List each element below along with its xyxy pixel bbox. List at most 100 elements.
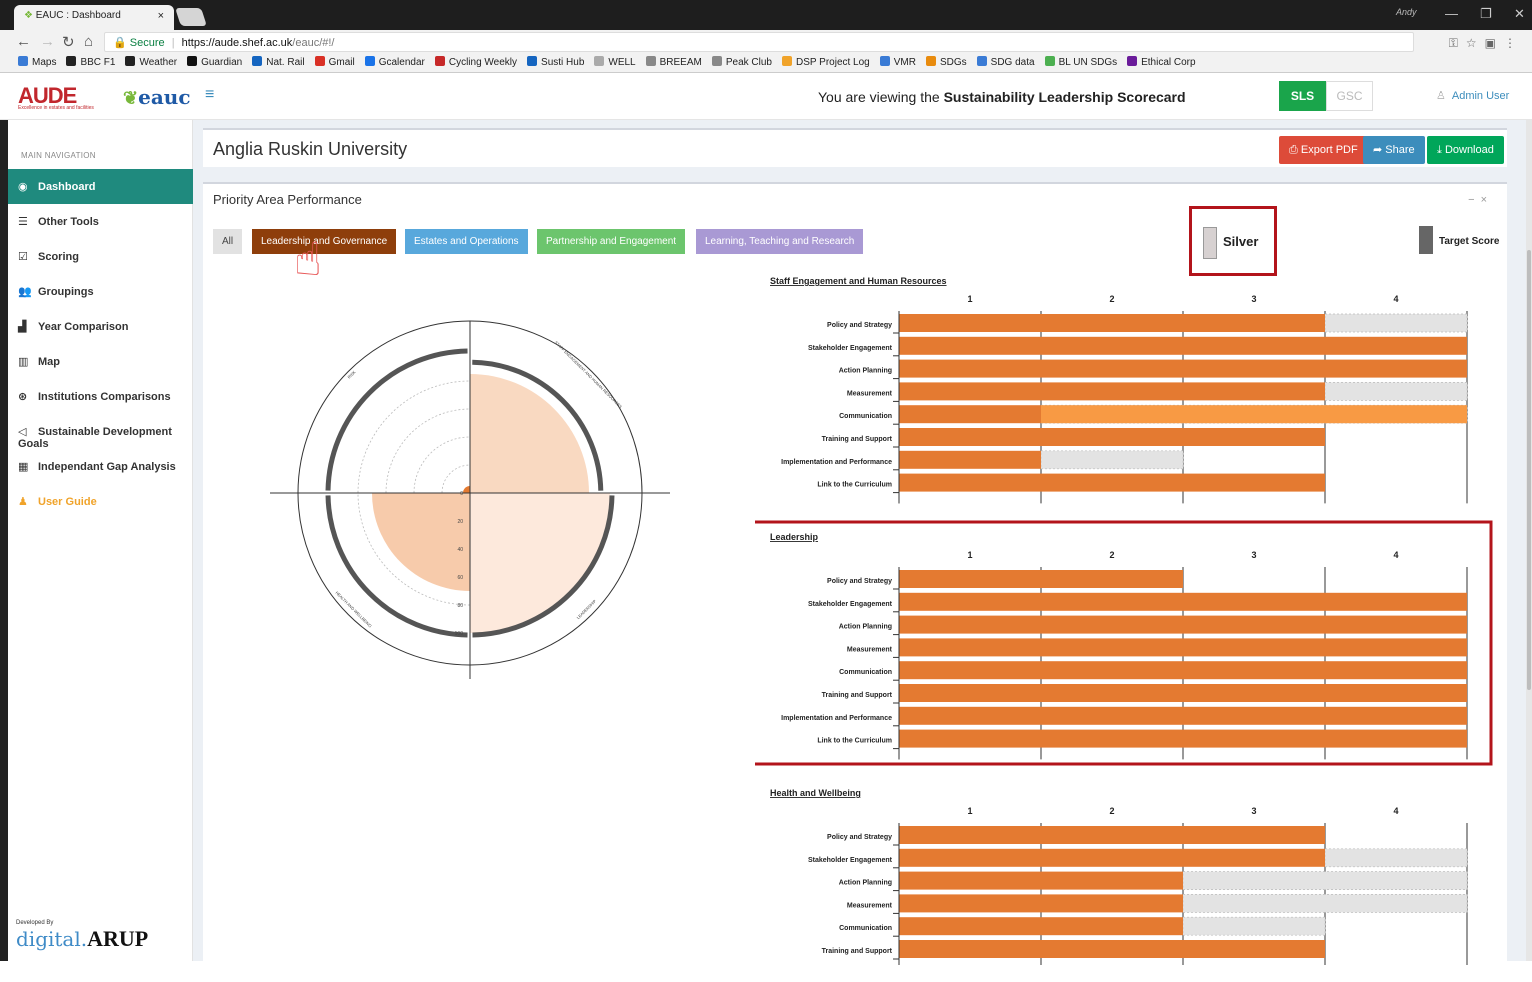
bar[interactable]	[899, 661, 1467, 680]
polar-segment[interactable]	[372, 493, 470, 591]
bookmark-item[interactable]: Maps	[18, 56, 56, 68]
bar[interactable]	[899, 336, 1467, 355]
bar[interactable]	[899, 428, 1325, 446]
browser-toolbar-icons[interactable]: ⚿☆▣⋮	[1449, 36, 1524, 51]
bar[interactable]	[899, 473, 1325, 492]
bar[interactable]	[899, 570, 1183, 588]
bookmark-item[interactable]: Cycling Weekly	[434, 56, 517, 68]
sidebar-item-independant-gap-analysis[interactable]: ▦ Independant Gap Analysis	[8, 449, 193, 484]
sidebar-item-other-tools[interactable]: ☰ Other Tools	[8, 204, 193, 239]
bar[interactable]	[899, 848, 1325, 867]
bar[interactable]	[899, 638, 1467, 657]
bookmark-item[interactable]: SDGs	[925, 56, 967, 68]
bookmark-icon	[782, 56, 792, 66]
bar[interactable]	[899, 382, 1325, 401]
bookmark-icon	[711, 56, 722, 66]
sidebar-item-map[interactable]: ▥ Map	[8, 344, 193, 379]
tab-title: EAUC : Dashboard	[35, 10, 121, 21]
forward-icon[interactable]: →	[40, 33, 55, 50]
bar[interactable]	[899, 359, 1467, 378]
bar-category-label: Action Planning	[839, 880, 892, 887]
bar[interactable]	[899, 940, 1325, 958]
aude-logo[interactable]: AUDE Excellence in estates and facilities	[18, 83, 94, 111]
gsc-button[interactable]: GSC	[1326, 81, 1373, 111]
home-icon[interactable]: ⌂	[84, 33, 93, 50]
polar-tick-label: 40	[457, 547, 463, 553]
scrollbar-thumb[interactable]	[1527, 250, 1531, 690]
bar[interactable]	[899, 450, 1041, 469]
filter-partnership-button[interactable]: Partnership and Engagement	[537, 229, 686, 254]
bar[interactable]	[899, 405, 1041, 424]
download-button[interactable]: ⤓ Download	[1427, 136, 1504, 164]
reload-icon[interactable]: ↻	[62, 33, 75, 51]
profile-name[interactable]: Andy	[1396, 7, 1417, 17]
sidebar-item-sustainable-development-goals[interactable]: ◁ Sustainable Development Goals	[8, 414, 193, 450]
bookmark-item[interactable]: Gcalendar	[364, 56, 425, 68]
minimize-icon[interactable]: —	[1445, 6, 1458, 21]
bookmark-item[interactable]: BBC F1	[66, 56, 115, 68]
sidebar-item-user-guide[interactable]: ♟ User Guide	[8, 484, 193, 519]
polar-segment[interactable]	[470, 493, 610, 633]
bar[interactable]	[899, 871, 1183, 890]
bar[interactable]	[899, 917, 1183, 936]
bookmark-item[interactable]: Ethical Corp	[1127, 56, 1196, 68]
collapse-icon[interactable]: −	[1468, 194, 1480, 206]
bookmark-item[interactable]: Guardian	[187, 56, 242, 68]
bookmark-item[interactable]: Peak Club	[711, 56, 772, 68]
lock-icon: 🔒	[113, 37, 127, 49]
bar[interactable]	[899, 684, 1467, 702]
export-pdf-button[interactable]: ⎙ Export PDF	[1279, 136, 1368, 164]
bookmark-icon	[645, 56, 656, 66]
tab-close-icon[interactable]: ×	[158, 10, 164, 22]
polar-segment[interactable]	[463, 486, 470, 493]
bookmark-item[interactable]: BL UN SDGs	[1044, 56, 1117, 68]
filter-learning-button[interactable]: Learning, Teaching and Research	[696, 229, 864, 254]
page-scrollbar[interactable]	[1526, 120, 1532, 961]
back-icon[interactable]: ←	[16, 33, 31, 50]
bar[interactable]	[899, 706, 1467, 725]
filter-leadership-button[interactable]: Leadership and Governance	[252, 229, 397, 254]
bar-highlight[interactable]	[1041, 405, 1467, 424]
menu-toggle-icon[interactable]: ≡	[205, 86, 214, 104]
bookmark-item[interactable]: Susti Hub	[527, 56, 584, 68]
url-input[interactable]: 🔒 Secure | https://aude.shef.ac.uk/eauc/…	[104, 32, 1414, 52]
filter-estates-button[interactable]: Estates and Operations	[405, 229, 528, 254]
sidebar-item-groupings[interactable]: 👥 Groupings	[8, 274, 193, 309]
new-tab-button[interactable]	[175, 8, 207, 26]
remove-icon[interactable]: ×	[1481, 194, 1493, 206]
bookmark-item[interactable]: Weather	[125, 56, 177, 68]
bar[interactable]	[899, 826, 1325, 844]
bar[interactable]	[899, 615, 1467, 634]
bookmark-item[interactable]: Gmail	[314, 56, 355, 68]
sls-button[interactable]: SLS	[1279, 81, 1326, 111]
bar[interactable]	[899, 592, 1467, 611]
bar[interactable]	[899, 894, 1183, 913]
share-button[interactable]: ➦ Share	[1363, 136, 1425, 164]
sidebar-item-scoring[interactable]: ☑ Scoring	[8, 239, 193, 274]
bar[interactable]	[899, 729, 1467, 748]
url-separator: |	[171, 37, 175, 49]
sidebar-item-institutions-comparisons[interactable]: ⊛ Institutions Comparisons	[8, 379, 193, 414]
bar[interactable]	[899, 314, 1325, 332]
bookmark-item[interactable]: Nat. Rail	[252, 56, 305, 68]
sidebar-item-dashboard[interactable]: ◉ Dashboard	[8, 169, 193, 204]
eauc-logo[interactable]: ❦eauc	[123, 85, 191, 109]
polar-segment-label: LEADERSHIP	[576, 598, 598, 620]
polar-segment[interactable]	[470, 374, 589, 493]
bookmark-label: DSP Project Log	[796, 57, 870, 68]
restore-icon[interactable]: ❐	[1480, 6, 1492, 22]
sidebar-item-year-comparison[interactable]: ▟ Year Comparison	[8, 309, 193, 344]
user-menu[interactable]: ♙ Admin User	[1436, 89, 1509, 102]
bookmark-item[interactable]: WELL	[594, 56, 636, 68]
share-label: Share	[1385, 144, 1415, 156]
browser-tab[interactable]: ❖ EAUC : Dashboard ×	[14, 5, 174, 30]
bookmark-item[interactable]: BREEAM	[645, 56, 702, 68]
export-pdf-label: Export PDF	[1300, 144, 1358, 156]
filter-all-button[interactable]: All	[213, 229, 243, 254]
bookmark-item[interactable]: DSP Project Log	[782, 56, 870, 68]
bookmark-item[interactable]: VMR	[879, 56, 916, 68]
bookmark-icon	[125, 56, 136, 66]
nav-item-label: Map	[38, 356, 60, 368]
close-window-icon[interactable]: ✕	[1514, 6, 1525, 22]
bookmark-item[interactable]: SDG data	[976, 56, 1035, 68]
